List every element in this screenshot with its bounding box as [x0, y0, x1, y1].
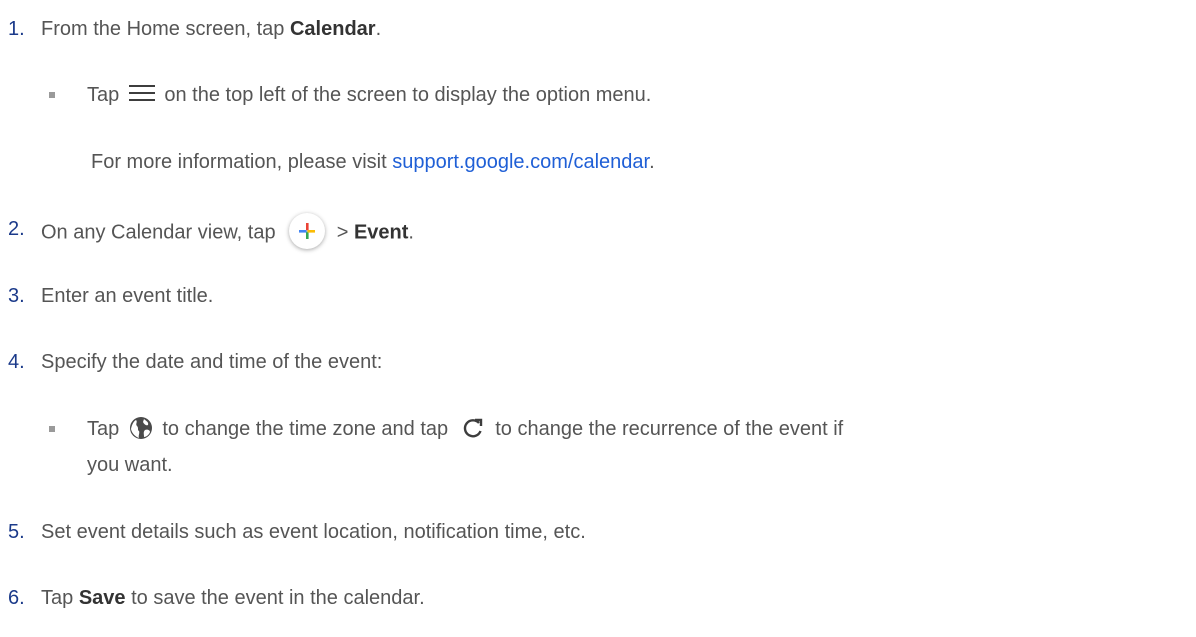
- sub-step-text-post: to change the recurrence of the event if: [489, 418, 844, 440]
- bullet: [49, 92, 55, 98]
- step-text-post: .: [408, 221, 414, 244]
- support-link[interactable]: support.google.com/calendar: [392, 151, 649, 173]
- step-text: Set event details such as event location…: [41, 521, 586, 543]
- step-number: 4.: [8, 351, 25, 373]
- step-text: On any Calendar view, tap > Event.: [41, 213, 414, 251]
- step-text-post: to save the event in the calendar.: [125, 587, 425, 609]
- step-number: 3.: [8, 285, 25, 307]
- step-number: 2.: [8, 218, 25, 240]
- step-text-pre: From the Home screen, tap: [41, 18, 290, 40]
- info-note-text: For more information, please visit suppo…: [91, 148, 655, 176]
- step-text: Specify the date and time of the event:: [41, 351, 383, 373]
- menu-icon: [128, 84, 155, 103]
- info-note-pre: For more information, please visit: [91, 151, 393, 173]
- step-text-mid: >: [331, 221, 354, 244]
- bullet: [49, 426, 55, 432]
- step-number: 5.: [8, 521, 25, 543]
- step-text: From the Home screen, tap Calendar.: [41, 15, 381, 43]
- sub-step-text-mid: to change the time zone and tap: [156, 418, 454, 440]
- save-label: Save: [78, 587, 126, 609]
- step-text: Tap Save to save the event in the calend…: [41, 584, 425, 612]
- sub-step-text: Tap on the top left of the screen to dis…: [87, 81, 651, 109]
- step-text: Enter an event title.: [41, 285, 214, 307]
- sub-step-text-pre: Tap: [87, 418, 125, 440]
- sub-step-text-line2: you want.: [87, 454, 173, 476]
- recurrence-icon: [462, 417, 484, 439]
- step-number: 1.: [8, 18, 25, 40]
- step-number: 6.: [8, 587, 25, 609]
- event-label: Event: [353, 221, 409, 244]
- sub-step-text: Tap to change the time zone and tap to c…: [87, 415, 843, 443]
- step-text-post: .: [375, 18, 382, 40]
- sub-step-text-post: on the top left of the screen to display…: [158, 84, 652, 106]
- info-note-post: .: [649, 151, 655, 173]
- sub-step-text-pre: Tap: [87, 84, 125, 106]
- step-text-pre: Tap: [41, 587, 79, 609]
- step-text-pre: On any Calendar view, tap: [41, 221, 282, 244]
- globe-icon: [129, 416, 153, 440]
- calendar-label: Calendar: [289, 18, 376, 40]
- add-fab-icon: [289, 213, 326, 249]
